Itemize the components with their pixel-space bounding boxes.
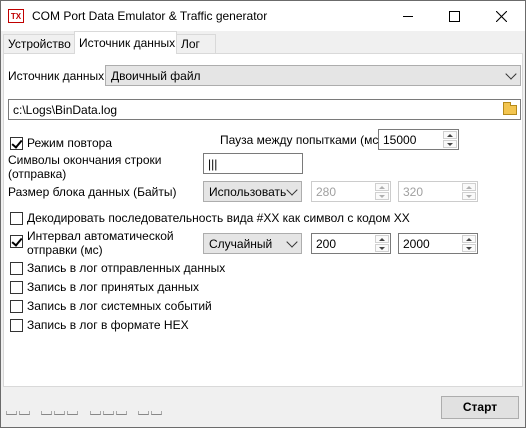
spin-up-icon[interactable] [443,131,457,139]
auto-interval-max-value: 2000 [403,237,430,251]
block-size-max-value: 320 [403,185,424,199]
status-led [54,411,65,415]
auto-interval-max-input[interactable]: 2000 [398,233,478,254]
auto-interval-mode-value: Случайный [209,237,273,251]
block-size-mode-select[interactable]: Использовать [203,181,302,202]
status-led [151,411,162,415]
browse-button[interactable] [501,101,519,118]
auto-interval-checkbox[interactable] [10,235,23,248]
status-led [103,411,114,415]
app-window: TX COM Port Data Emulator & Traffic gene… [0,0,526,428]
data-source-panel: Источник данных Двоичный файл c:\Logs\Bi… [3,53,523,387]
log-system-label: Запись в лог системных событий [27,299,212,313]
pause-input[interactable]: 15000 [378,129,459,150]
start-button[interactable]: Старт [441,396,519,419]
minimize-icon [403,15,413,17]
decode-label: Декодировать последовательность вида #XX… [27,211,410,225]
auto-interval-mode-select[interactable]: Случайный [203,233,302,254]
spin-down-icon[interactable] [375,244,389,252]
auto-interval-min-input[interactable]: 200 [311,233,391,254]
auto-interval-max-stepper[interactable] [462,235,476,252]
log-received-checkbox[interactable] [10,281,23,294]
block-size-min-stepper[interactable] [375,183,389,200]
status-led [19,411,30,415]
status-led [41,411,52,415]
title-bar: TX COM Port Data Emulator & Traffic gene… [1,1,525,31]
status-led [90,411,101,415]
status-led [138,411,149,415]
status-led [116,411,127,415]
spin-up-icon[interactable] [462,183,476,191]
line-end-input[interactable]: ||| [203,153,303,174]
maximize-icon [448,10,460,22]
auto-interval-label: Интервал автоматической [27,229,174,243]
repeat-mode-checkbox[interactable] [10,137,23,150]
status-led [6,411,17,415]
log-hex-label: Запись в лог в формате HEX [27,318,189,332]
log-hex-checkbox[interactable] [10,319,23,332]
source-label: Источник данных [8,69,105,83]
pause-value: 15000 [383,133,417,147]
block-size-max-stepper[interactable] [462,183,476,200]
block-size-label: Размер блока данных (Байты) [8,185,177,199]
spin-up-icon[interactable] [462,235,476,243]
decode-checkbox[interactable] [10,212,23,225]
tab-strip: Устройство Источник данных Лог [1,31,525,54]
log-sent-label: Запись в лог отправленных данных [27,261,226,275]
repeat-mode-label: Режим повтора [27,136,112,150]
auto-interval-label-2: отправки (мс) [27,243,103,257]
spin-down-icon[interactable] [443,140,457,148]
close-icon [495,10,507,22]
tab-data-source[interactable]: Источник данных [74,31,177,54]
file-path-value: c:\Logs\BinData.log [13,103,118,117]
status-bar: Старт [1,387,525,427]
block-size-min-input[interactable]: 280 [311,181,391,202]
line-end-label: Символы окончания строки [8,153,162,167]
log-system-checkbox[interactable] [10,300,23,313]
pause-label: Пауза между попытками (мс) [220,133,383,147]
spin-down-icon[interactable] [462,192,476,200]
block-size-min-value: 280 [316,185,337,199]
spin-up-icon[interactable] [375,235,389,243]
line-end-value: ||| [208,157,218,171]
tab-log[interactable]: Лог [176,34,216,53]
chevron-down-icon [286,184,298,196]
block-size-max-input[interactable]: 320 [398,181,478,202]
source-select-value: Двоичный файл [111,69,201,83]
auto-interval-min-value: 200 [316,237,337,251]
chevron-down-icon [505,68,517,80]
chevron-down-icon [286,236,298,248]
spin-down-icon[interactable] [462,244,476,252]
status-led [67,411,78,415]
auto-interval-min-stepper[interactable] [375,235,389,252]
block-size-mode-value: Использовать [209,185,287,199]
window-title: COM Port Data Emulator & Traffic generat… [32,9,268,23]
source-select[interactable]: Двоичный файл [105,65,521,86]
log-sent-checkbox[interactable] [10,262,23,275]
file-path-input[interactable]: c:\Logs\BinData.log [8,99,521,120]
line-end-label-2: (отправка) [8,167,67,181]
folder-open-icon [503,102,517,115]
close-button[interactable] [478,1,524,31]
tab-device[interactable]: Устройство [3,34,75,53]
minimize-button[interactable] [385,1,431,31]
spin-up-icon[interactable] [375,183,389,191]
log-received-label: Запись в лог принятых данных [27,280,199,294]
app-icon: TX [8,9,24,23]
maximize-button[interactable] [431,1,477,31]
pause-stepper[interactable] [443,131,457,148]
spin-down-icon[interactable] [375,192,389,200]
